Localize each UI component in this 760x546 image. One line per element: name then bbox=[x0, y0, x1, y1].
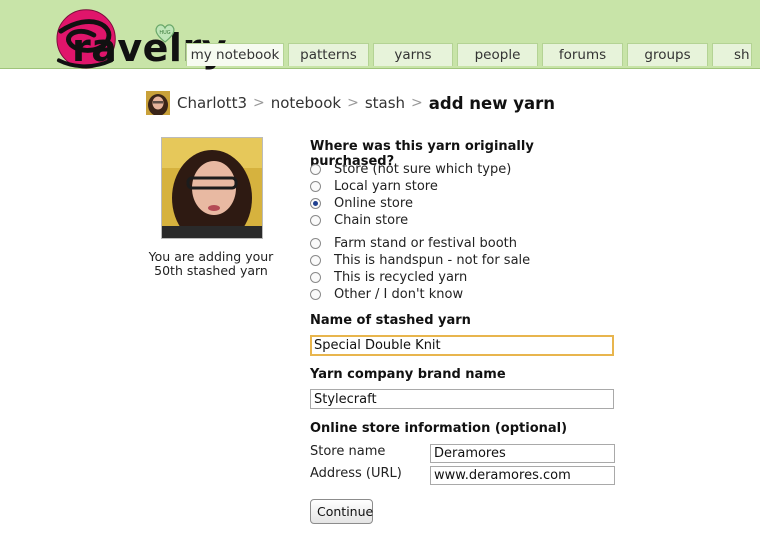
radio-handspun[interactable]: This is handspun - not for sale bbox=[310, 252, 530, 269]
radio-label: Farm stand or festival booth bbox=[334, 236, 518, 251]
tab-groups[interactable]: groups bbox=[627, 43, 708, 66]
purchase-radio-group-1: Store (not sure which type) Local yarn s… bbox=[310, 161, 511, 229]
tab-yarns[interactable]: yarns bbox=[373, 43, 453, 66]
radio-label: This is handspun - not for sale bbox=[334, 253, 531, 268]
radio-online-store[interactable]: Online store bbox=[310, 195, 511, 212]
caption-line: You are adding your bbox=[148, 249, 274, 264]
radio-farm-stand[interactable]: Farm stand or festival booth bbox=[310, 235, 530, 252]
breadcrumb-separator: > bbox=[347, 95, 359, 111]
hug-badge-text: HUG bbox=[159, 30, 170, 36]
brand-name-label: Yarn company brand name bbox=[310, 367, 506, 382]
online-store-info-label: Online store information (optional) bbox=[310, 421, 568, 436]
radio-label: Store (not sure which type) bbox=[334, 162, 512, 177]
breadcrumb-separator: > bbox=[253, 95, 265, 111]
stash-count-caption: You are adding your 50th stashed yarn bbox=[141, 250, 281, 278]
yarn-name-input[interactable] bbox=[310, 335, 614, 356]
breadcrumb-notebook[interactable]: notebook bbox=[271, 94, 341, 112]
purchase-radio-group-2: Farm stand or festival booth This is han… bbox=[310, 235, 530, 303]
address-url-label: Address (URL) bbox=[310, 466, 402, 481]
store-name-label: Store name bbox=[310, 444, 386, 459]
tab-shop[interactable]: sh bbox=[712, 43, 752, 66]
brand-name-input[interactable] bbox=[310, 389, 614, 409]
profile-photo[interactable] bbox=[161, 137, 263, 239]
radio-local-yarn-store[interactable]: Local yarn store bbox=[310, 178, 511, 195]
radio-button[interactable] bbox=[310, 238, 321, 249]
address-url-input[interactable] bbox=[430, 466, 615, 485]
radio-button[interactable] bbox=[310, 255, 321, 266]
radio-button[interactable] bbox=[310, 164, 321, 175]
radio-button[interactable] bbox=[310, 181, 321, 192]
store-name-input[interactable] bbox=[430, 444, 615, 463]
breadcrumb-separator: > bbox=[411, 95, 423, 111]
tab-patterns[interactable]: patterns bbox=[288, 43, 369, 66]
continue-button[interactable]: Continue bbox=[310, 499, 373, 524]
radio-recycled[interactable]: This is recycled yarn bbox=[310, 269, 530, 286]
radio-button[interactable] bbox=[310, 272, 321, 283]
yarn-name-label: Name of stashed yarn bbox=[310, 313, 471, 328]
user-avatar-small[interactable] bbox=[146, 91, 170, 115]
tab-people[interactable]: people bbox=[457, 43, 538, 66]
radio-chain-store[interactable]: Chain store bbox=[310, 212, 511, 229]
main-nav: my notebook patterns yarns people forums… bbox=[186, 43, 756, 67]
radio-button-selected[interactable] bbox=[310, 198, 321, 209]
radio-label: Chain store bbox=[334, 213, 409, 228]
radio-button[interactable] bbox=[310, 289, 321, 300]
breadcrumb-user[interactable]: Charlott3 bbox=[177, 94, 247, 112]
tab-forums[interactable]: forums bbox=[542, 43, 623, 66]
radio-label: Online store bbox=[334, 196, 413, 211]
radio-other[interactable]: Other / I don't know bbox=[310, 286, 530, 303]
site-header: ravelry HUG my notebook patterns yarns p… bbox=[0, 0, 760, 70]
radio-store[interactable]: Store (not sure which type) bbox=[310, 161, 511, 178]
breadcrumb-stash[interactable]: stash bbox=[365, 94, 405, 112]
radio-label: This is recycled yarn bbox=[334, 270, 468, 285]
radio-label: Local yarn store bbox=[334, 179, 438, 194]
caption-line: 50th stashed yarn bbox=[154, 263, 268, 278]
radio-label: Other / I don't know bbox=[334, 287, 464, 302]
radio-button[interactable] bbox=[310, 215, 321, 226]
page-title: add new yarn bbox=[428, 93, 555, 113]
hug-heart-icon[interactable]: HUG bbox=[154, 22, 176, 44]
tab-my-notebook[interactable]: my notebook bbox=[186, 43, 284, 66]
breadcrumb: Charlott3 > notebook > stash > add new y… bbox=[146, 90, 555, 116]
